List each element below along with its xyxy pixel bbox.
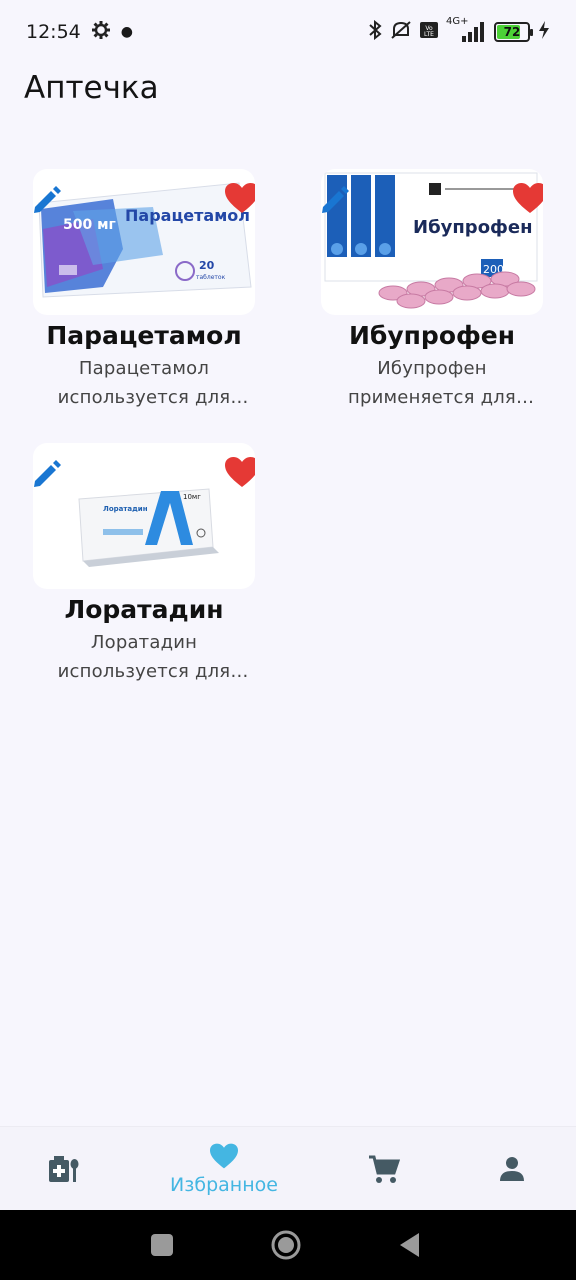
pencil-icon — [34, 186, 61, 213]
mute-icon — [390, 20, 412, 45]
box-count-label: 20 — [199, 259, 215, 272]
battery-level: 72 — [503, 25, 521, 39]
gear-icon — [91, 20, 111, 45]
person-icon — [500, 1157, 524, 1181]
bluetooth-icon — [368, 19, 382, 45]
medicine-description: Ибупрофен применяется для лечения воспал… — [348, 358, 516, 408]
charging-icon — [538, 20, 550, 44]
heart-icon — [225, 183, 255, 213]
nav-item-favorites[interactable]: Избранное — [150, 1127, 298, 1211]
cart-icon — [369, 1155, 400, 1183]
bottom-navigation: Избранное — [0, 1126, 576, 1210]
volte-icon: Vo LTE — [420, 20, 438, 45]
box-dose-label: 500 мг — [63, 217, 116, 233]
box-count-unit-label: таблеток — [196, 274, 226, 281]
medicine-name: Ибупрофен — [348, 321, 516, 350]
medicine-card-ibuprofen[interactable]: Ибупрофен 200 Ибупрофен Ибупрофен примен… — [302, 169, 562, 412]
pencil-icon — [34, 460, 61, 487]
medicine-image: Лоратадин 10мг — [33, 443, 255, 589]
recents-button[interactable] — [145, 1228, 179, 1262]
edit-button[interactable] — [33, 183, 63, 217]
svg-text:LTE: LTE — [424, 31, 434, 38]
favorite-button[interactable] — [511, 181, 543, 215]
square-icon — [151, 1234, 173, 1256]
nav-label-favorites: Избранное — [170, 1174, 278, 1196]
battery-icon: 72 — [494, 22, 533, 42]
heart-icon — [210, 1143, 238, 1169]
heart-icon — [513, 183, 543, 213]
system-navigation-bar — [0, 1210, 576, 1280]
medkit-icon — [49, 1156, 79, 1182]
favorite-button[interactable] — [223, 455, 255, 489]
box-dose-label: 10мг — [183, 493, 201, 501]
edit-button[interactable] — [321, 183, 351, 217]
medicine-card-loratadine[interactable]: Лоратадин 10мг Лоратадин Лоратадин испол… — [14, 443, 274, 686]
favorite-button[interactable] — [223, 181, 255, 215]
heart-icon — [225, 457, 255, 487]
pencil-icon — [322, 186, 349, 213]
back-triangle-icon — [400, 1233, 419, 1257]
nav-item-profile[interactable] — [476, 1127, 548, 1211]
nav-item-medkit[interactable] — [28, 1127, 100, 1211]
dot-icon: ● — [120, 24, 133, 40]
medicine-name: Лоратадин — [64, 595, 224, 624]
medicine-card-paracetamol[interactable]: 500 мг Парацетамол 20 таблеток Парацетам… — [14, 169, 274, 412]
nav-item-cart[interactable] — [348, 1127, 420, 1211]
home-circle-icon — [271, 1230, 301, 1260]
home-button[interactable] — [269, 1228, 303, 1262]
page-title: Аптечка — [24, 70, 159, 106]
medicine-name: Парацетамол — [46, 321, 242, 350]
box-brand-label: Ибупрофен — [413, 217, 533, 238]
status-time: 12:54 — [26, 21, 81, 43]
box-brand-label: Лоратадин — [103, 505, 148, 513]
back-button[interactable] — [393, 1228, 427, 1262]
status-bar: 12:54 ● Vo LTE 4G+ 72 — [0, 0, 576, 64]
medicine-description: Лоратадин используется для облегчения си… — [57, 632, 231, 682]
medicine-description: Парацетамол используется для снижения те… — [57, 358, 231, 408]
medicine-image: 500 мг Парацетамол 20 таблеток — [33, 169, 255, 315]
medicine-image: Ибупрофен 200 — [321, 169, 543, 315]
edit-button[interactable] — [33, 457, 63, 491]
signal-icon: 4G+ — [446, 16, 486, 44]
